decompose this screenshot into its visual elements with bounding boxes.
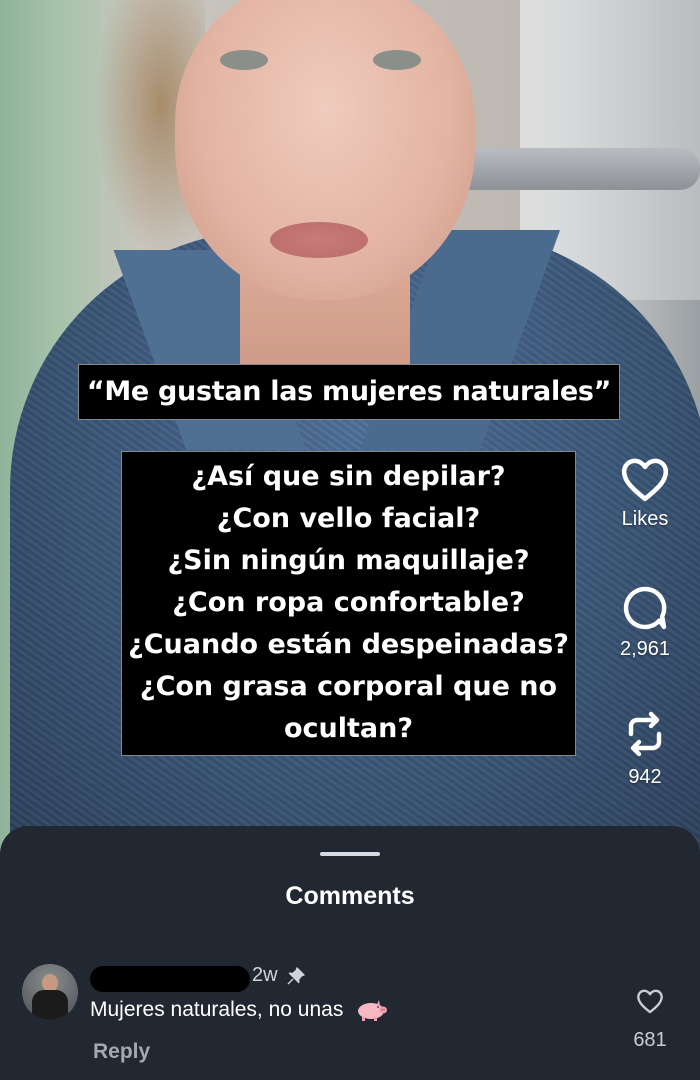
pig-emoji — [358, 1000, 388, 1022]
heart-icon — [637, 989, 663, 1014]
comment-like-count: 681 — [633, 1029, 667, 1051]
comments-sheet: Comments 0004500 2w Mujeres naturales, n… — [0, 826, 700, 1080]
caption-line: ¿Así que sin depilar? — [191, 461, 506, 492]
caption-line: ocultan? — [283, 713, 414, 744]
redaction-bar — [90, 966, 250, 992]
comment-time: 2w — [252, 964, 278, 986]
eye-right — [373, 50, 421, 70]
comments-count: 2,961 — [619, 638, 671, 660]
heart-icon — [621, 458, 669, 502]
likes-label: Likes — [621, 508, 669, 530]
comment-body: Mujeres naturales, no unas — [90, 998, 344, 1021]
caption-line: ¿Con ropa confortable? — [172, 587, 525, 618]
comments-title: Comments — [285, 882, 415, 910]
avatar[interactable] — [22, 964, 78, 1020]
like-button[interactable]: Likes — [600, 456, 690, 531]
comment-button[interactable]: 2,961 — [600, 584, 690, 661]
caption-quote: “Me gustan las mujeres naturales” — [78, 364, 620, 420]
caption-line: ¿Cuando están despeinadas? — [128, 629, 569, 660]
background-rail — [440, 148, 700, 190]
comment-like-button[interactable]: 681 — [626, 988, 674, 1052]
reposts-count: 942 — [628, 766, 662, 788]
drag-handle[interactable] — [320, 852, 380, 856]
repost-icon — [628, 711, 662, 757]
caption-line: ¿Sin ningún maquillaje? — [167, 545, 530, 576]
comment-text: Mujeres naturales, no unas — [90, 998, 389, 1022]
comment-bubble-icon — [623, 586, 667, 630]
repost-button[interactable]: 942 — [600, 708, 690, 789]
reply-button[interactable]: Reply — [93, 1040, 150, 1064]
caption-questions: ¿Así que sin depilar? ¿Con vello facial?… — [121, 451, 576, 756]
caption-line: ¿Con vello facial? — [216, 503, 481, 534]
lips — [270, 222, 368, 258]
avatar-body — [32, 990, 68, 1020]
eye-left — [220, 50, 268, 70]
caption-line: ¿Con grasa corporal que no — [139, 671, 558, 702]
pin-icon — [287, 967, 305, 985]
